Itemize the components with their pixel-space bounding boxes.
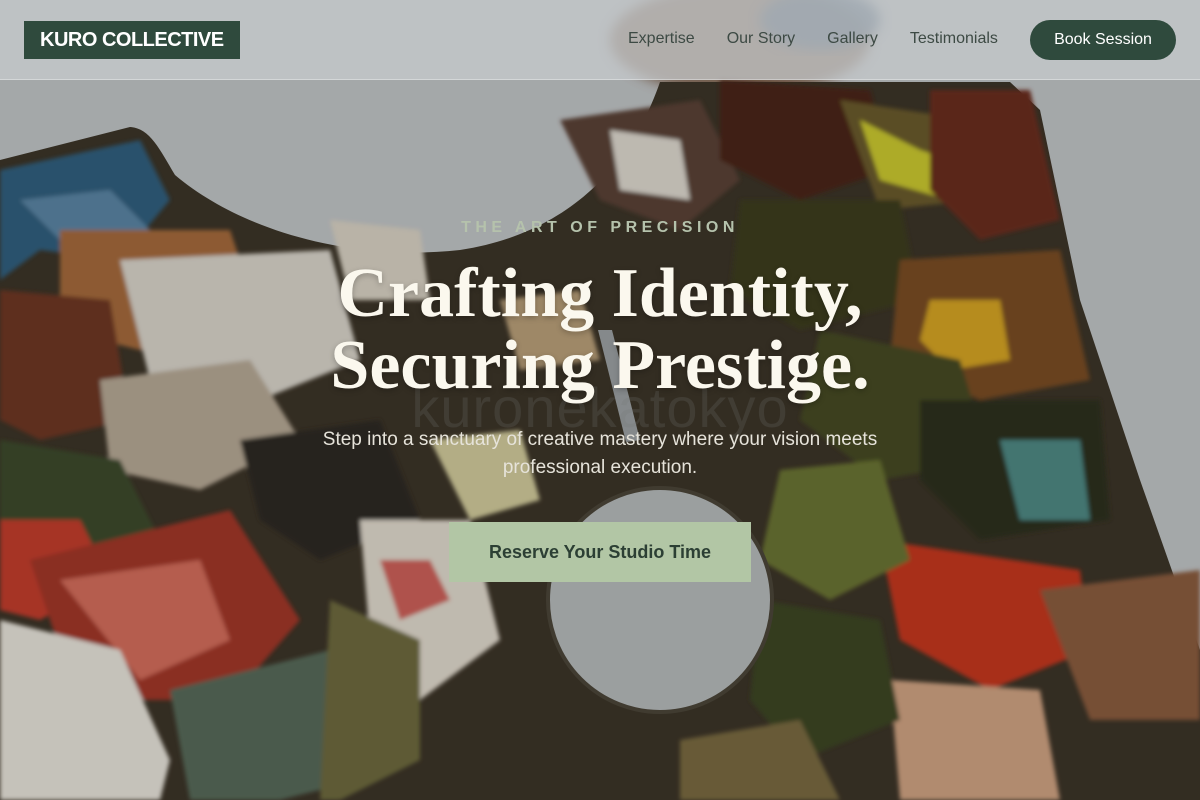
headline-line-1: Crafting Identity, bbox=[337, 255, 863, 332]
brand-logo[interactable]: KURO COLLECTIVE bbox=[24, 21, 240, 59]
nav-link-expertise[interactable]: Expertise bbox=[628, 28, 695, 50]
hero-eyebrow: THE ART OF PRECISION bbox=[461, 219, 739, 236]
nav-link-testimonials[interactable]: Testimonials bbox=[910, 28, 998, 50]
nav-link-our-story[interactable]: Our Story bbox=[727, 28, 795, 50]
hero-headline: Crafting Identity, Securing Prestige. bbox=[0, 258, 1200, 402]
nav-links: Expertise Our Story Gallery Testimonials bbox=[628, 28, 998, 50]
headline-line-2: Securing Prestige. bbox=[330, 327, 870, 404]
reserve-studio-button[interactable]: Reserve Your Studio Time bbox=[449, 522, 751, 582]
top-navbar: KURO COLLECTIVE Expertise Our Story Gall… bbox=[0, 0, 1200, 80]
nav-link-gallery[interactable]: Gallery bbox=[827, 28, 878, 50]
hero-subtext: Step into a sanctuary of creative master… bbox=[322, 429, 878, 478]
book-session-button[interactable]: Book Session bbox=[1030, 20, 1176, 60]
